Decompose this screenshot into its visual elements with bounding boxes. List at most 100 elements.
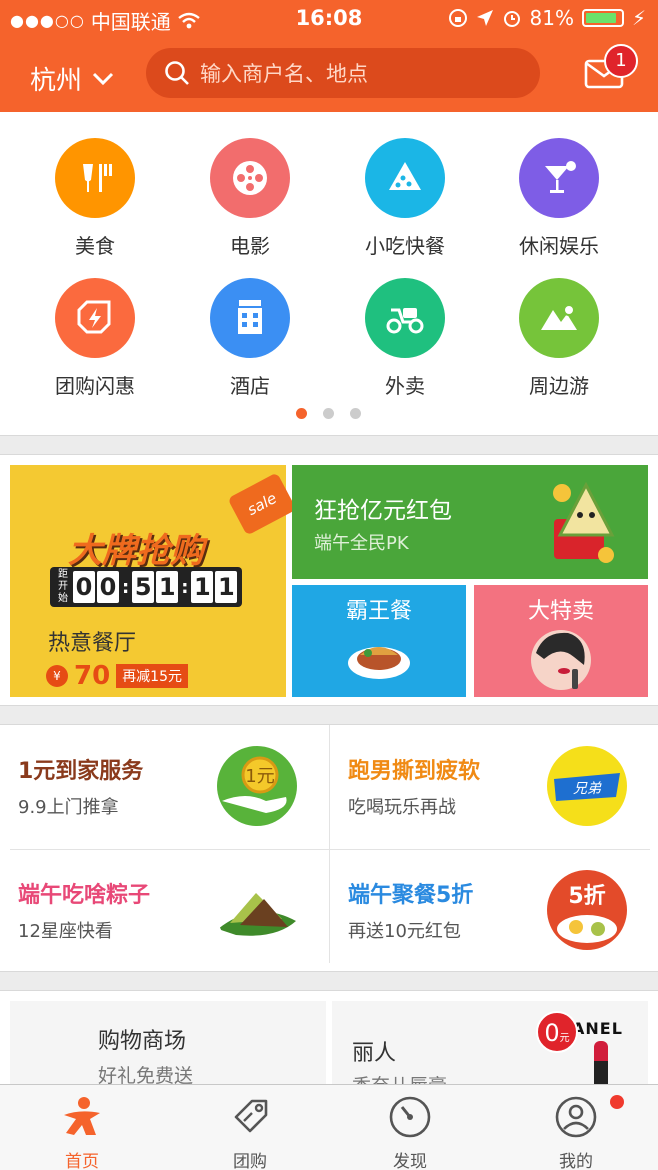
restaurant-name: 热意餐厅 xyxy=(48,631,137,656)
category-leisure[interactable]: 休闲娱乐 xyxy=(484,138,634,259)
category-label: 团购闪惠 xyxy=(55,374,135,398)
feature-title: 跑男撕到疲软 xyxy=(348,759,481,784)
pizza-icon xyxy=(365,138,445,218)
tag-icon xyxy=(234,1099,268,1133)
price-row: ¥ 70 再减15元 xyxy=(46,661,189,691)
category-food[interactable]: 美食 xyxy=(20,138,170,259)
free-meal-title: 霸王餐 xyxy=(345,599,412,624)
city-selector[interactable]: 杭州 xyxy=(30,60,114,97)
feature-dinner-discount[interactable]: 端午聚餐5折 再送10元红包 5折 xyxy=(330,849,650,967)
zero-price-badge: 0元 xyxy=(536,1011,578,1053)
countdown-digit: 1 xyxy=(156,571,179,603)
countdown-digit: 0 xyxy=(97,571,119,603)
dish-icon xyxy=(348,647,410,679)
status-bar: ●●●○○ 中国联通 16:08 81% ⚡ xyxy=(0,0,658,36)
zongzi-mascot-icon xyxy=(553,481,615,563)
category-label: 外卖 xyxy=(385,374,425,398)
coin-hand-icon: 1元 xyxy=(217,746,297,826)
user-icon xyxy=(555,1096,597,1138)
tab-discover[interactable]: 发现 xyxy=(360,1095,460,1170)
big-sale-card[interactable]: 大特卖 xyxy=(474,585,648,697)
countdown-label: 距开始 xyxy=(58,569,68,604)
page-dot-active xyxy=(296,408,307,419)
big-sale-title: 大特卖 xyxy=(527,599,594,624)
tab-label: 我的 xyxy=(559,1152,593,1170)
tab-group-buy[interactable]: 团购 xyxy=(200,1095,300,1170)
free-meal-card[interactable]: 霸王餐 xyxy=(292,585,466,697)
mail-badge: 1 xyxy=(604,44,638,78)
category-label: 美食 xyxy=(75,234,115,258)
compass-icon xyxy=(389,1096,431,1138)
search-placeholder: 输入商户名、地点 xyxy=(200,62,368,86)
tab-home[interactable]: 首页 xyxy=(32,1095,132,1170)
currency-icon: ¥ xyxy=(46,665,68,687)
battery-icon xyxy=(581,9,624,27)
feature-subtitle: 吃喝玩乐再战 xyxy=(348,797,456,818)
feature-subtitle: 9.9上门推拿 xyxy=(18,797,119,818)
food-icon xyxy=(55,138,135,218)
red-packet-card[interactable]: 狂抢亿元红包 端午全民PK xyxy=(292,465,648,579)
countdown-digit: 5 xyxy=(132,571,155,603)
search-icon xyxy=(165,61,189,85)
category-movie[interactable]: 电影 xyxy=(175,138,325,259)
chevron-down-icon xyxy=(92,72,114,85)
mall-title: 购物商场 xyxy=(98,1029,187,1054)
feature-title: 端午吃啥粽子 xyxy=(18,883,151,908)
tab-label: 发现 xyxy=(393,1152,427,1170)
page-dot xyxy=(323,408,334,419)
sale-tag-icon: sale xyxy=(227,472,297,536)
city-label: 杭州 xyxy=(30,66,83,96)
feature-zongzi[interactable]: 端午吃啥粽子 12星座快看 xyxy=(0,849,320,967)
mountain-icon xyxy=(519,278,599,358)
category-label: 电影 xyxy=(230,234,270,258)
charging-icon: ⚡ xyxy=(631,6,646,30)
feature-subtitle: 再送10元红包 xyxy=(348,921,461,942)
zero-price-value: 0 xyxy=(544,1019,560,1047)
location-icon xyxy=(476,10,493,26)
page-indicator xyxy=(296,408,361,419)
svg-text:兄弟: 兄弟 xyxy=(573,781,602,797)
category-panel: 美食 电影 小吃快餐 休闲娱乐 团购闪惠 酒店 外卖 周边游 xyxy=(0,112,658,436)
promo-section: 大牌抢购 sale 距开始 0 0 : 5 1 : 1 1 热意餐厅 ¥ 70 … xyxy=(0,454,658,706)
grid-divider xyxy=(329,725,330,963)
category-travel[interactable]: 周边游 xyxy=(484,278,634,399)
svg-text:1元: 1元 xyxy=(245,766,274,787)
red-packet-title: 狂抢亿元红包 xyxy=(314,498,452,524)
shopping-mall-card[interactable]: 购物商场 好礼免费送 xyxy=(10,1001,326,1091)
brand-logo: ANEL xyxy=(572,1019,623,1038)
countdown-timer: 距开始 0 0 : 5 1 : 1 1 xyxy=(50,567,243,607)
half-price-food-icon: 5折 xyxy=(547,870,627,950)
svg-text:5折: 5折 xyxy=(568,884,605,909)
model-portrait-icon xyxy=(531,630,591,690)
category-takeout[interactable]: 外卖 xyxy=(330,278,480,399)
flash-tag-icon xyxy=(55,278,135,358)
app-root: ●●●○○ 中国联通 16:08 81% ⚡ 杭州 输入商户名、地点 1 美食 … xyxy=(0,0,658,1170)
zongzi-icon xyxy=(218,893,296,936)
category-label: 休闲娱乐 xyxy=(519,234,599,258)
brand-flash-sale-card[interactable]: 大牌抢购 sale 距开始 0 0 : 5 1 : 1 1 热意餐厅 ¥ 70 … xyxy=(10,465,297,697)
scooter-icon xyxy=(365,278,445,358)
rotation-lock-icon xyxy=(448,9,467,27)
red-packet-subtitle: 端午全民PK xyxy=(314,533,409,554)
home-icon xyxy=(64,1097,100,1135)
countdown-digit: 0 xyxy=(73,571,95,603)
beauty-card[interactable]: 丽人 香奈儿唇膏 ANEL 0元 xyxy=(332,1001,648,1097)
category-hotel[interactable]: 酒店 xyxy=(175,278,325,399)
category-flash[interactable]: 团购闪惠 xyxy=(20,278,170,399)
battery-percent: 81% xyxy=(529,6,574,30)
tab-bar: 首页 团购 发现 我的 xyxy=(0,1084,658,1170)
category-label: 小吃快餐 xyxy=(365,234,445,258)
notification-dot xyxy=(610,1095,624,1109)
grid-divider xyxy=(10,849,650,850)
tab-label: 团购 xyxy=(233,1152,267,1170)
feature-home-service[interactable]: 1元到家服务 9.9上门推拿 1元 xyxy=(0,725,320,843)
page-dot xyxy=(350,408,361,419)
discount-badge: 再减15元 xyxy=(116,664,189,688)
feature-running-man[interactable]: 跑男撕到疲软 吃喝玩乐再战 兄弟 xyxy=(330,725,650,843)
countdown-separator: : xyxy=(122,576,130,598)
zero-price-unit: 元 xyxy=(559,1033,570,1044)
alarm-icon xyxy=(503,11,520,27)
category-snack[interactable]: 小吃快餐 xyxy=(330,138,480,259)
top-bar: ●●●○○ 中国联通 16:08 81% ⚡ 杭州 输入商户名、地点 1 xyxy=(0,0,658,112)
search-bar[interactable]: 输入商户名、地点 xyxy=(146,48,540,98)
